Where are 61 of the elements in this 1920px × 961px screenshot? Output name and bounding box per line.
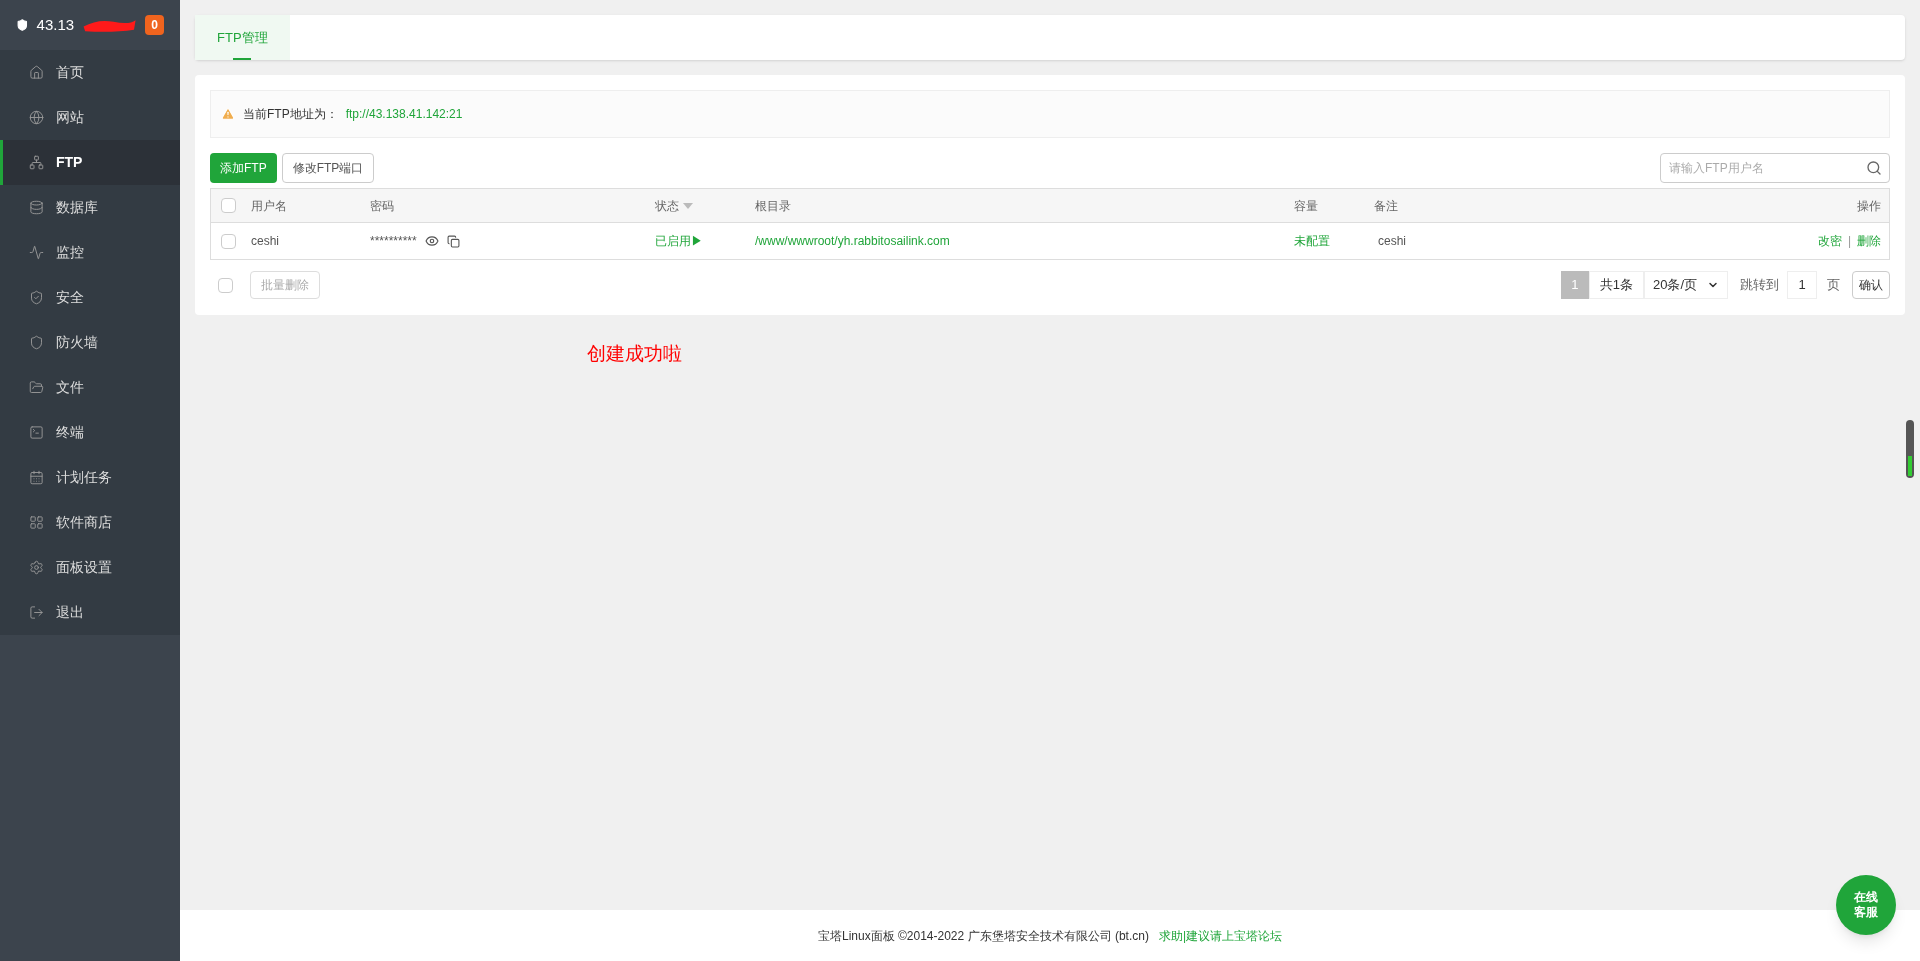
sidebar-item[interactable]: 文件: [0, 365, 180, 410]
sidebar-item[interactable]: 退出: [0, 590, 180, 635]
warning-icon: [221, 107, 235, 121]
sort-icon: [683, 202, 693, 209]
column-header: 根目录: [755, 197, 792, 215]
page-input[interactable]: 1: [1787, 271, 1817, 299]
shield-check-icon: [29, 290, 44, 305]
confirm-button[interactable]: 确认: [1852, 271, 1890, 299]
column-header: 密码: [370, 197, 395, 215]
checkbox[interactable]: [218, 277, 233, 293]
copyright-text: 宝塔Linux面板 ©2014-2022 广东堡塔安全技术有限公司 (bt.cn): [817, 927, 1149, 945]
annotation-text: 创建成功啦: [587, 343, 682, 364]
notice-label: 当前FTP地址为：: [243, 106, 338, 123]
column-header: 操作: [1857, 197, 1882, 215]
notification-badge: 0: [145, 15, 164, 35]
settings-icon: [29, 560, 44, 575]
globe-icon: [29, 110, 44, 125]
search-icon[interactable]: [1866, 160, 1882, 176]
column-header: 备注: [1374, 197, 1399, 215]
sidebar-item[interactable]: 网站: [0, 95, 180, 140]
sidebar-item[interactable]: FTP: [0, 140, 180, 185]
column-header: 用户名: [251, 197, 288, 215]
sidebar-item[interactable]: 防火墙: [0, 320, 180, 365]
column-header[interactable]: 状态: [655, 196, 755, 215]
table-cell-text: ceshi: [251, 233, 280, 250]
edit-port-button[interactable]: 修改FTP端口: [281, 153, 375, 183]
database-icon: [29, 200, 44, 215]
terminal-icon: [29, 425, 44, 440]
eye-icon[interactable]: [424, 234, 439, 248]
scroll-indicator-icon: [1906, 420, 1914, 478]
page-size-select[interactable]: 20条/页: [1644, 271, 1728, 299]
sidebar-item[interactable]: 终端: [0, 410, 180, 455]
ftp-address: ftp://43.138.41.142:21: [345, 106, 463, 123]
search-field[interactable]: 请输入FTP用户名: [1660, 153, 1890, 183]
server-address: 43.13: [36, 14, 75, 35]
chart-icon: [29, 245, 44, 260]
column-header: 容量: [1294, 197, 1319, 215]
total-count: 共1条: [1588, 271, 1644, 299]
checkbox[interactable]: [221, 233, 236, 249]
table-cell-text: ceshi: [1377, 233, 1407, 250]
sidebar-item[interactable]: 计划任务: [0, 455, 180, 500]
shield-icon: [29, 335, 44, 350]
sidebar-item[interactable]: 数据库: [0, 185, 180, 230]
home-icon: [29, 65, 44, 80]
sidebar-item[interactable]: 监控: [0, 230, 180, 275]
copy-icon[interactable]: [446, 234, 460, 248]
logout-icon: [29, 605, 44, 620]
sidebar-item[interactable]: 首页: [0, 50, 180, 95]
folder-icon: [29, 380, 44, 395]
page-unit: 页: [1827, 276, 1840, 295]
checkbox[interactable]: [221, 198, 236, 213]
table-cell-text: **********: [370, 233, 417, 250]
sidebar-item[interactable]: 面板设置: [0, 545, 180, 590]
network-icon: [29, 155, 44, 170]
server-icon: [16, 17, 29, 33]
sidebar-item[interactable]: 软件商店: [0, 500, 180, 545]
separator: |: [1847, 233, 1851, 250]
sidebar-item[interactable]: 安全: [0, 275, 180, 320]
grid-icon: [29, 515, 44, 530]
jump-label: 跳转到: [1740, 276, 1779, 295]
calendar-icon: [29, 470, 44, 485]
